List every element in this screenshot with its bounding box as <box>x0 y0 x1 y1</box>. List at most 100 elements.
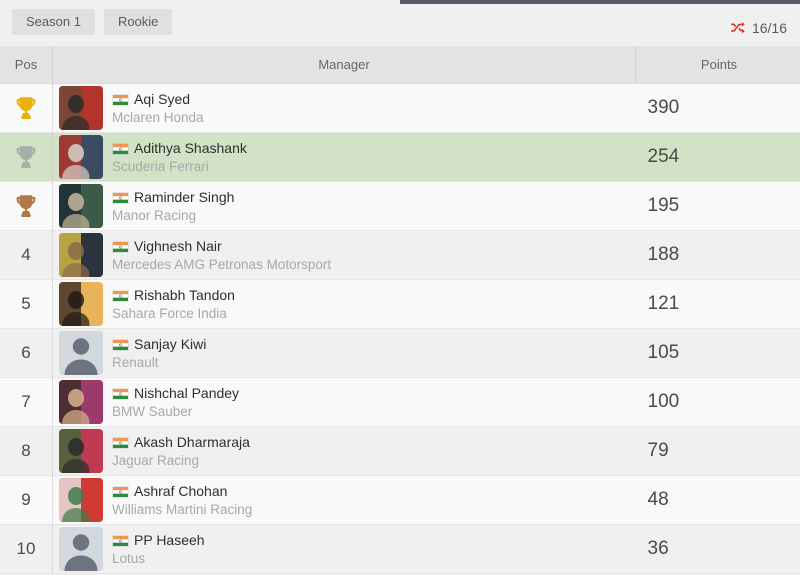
name-block: Rishabh Tandon Sahara Force India <box>112 287 235 321</box>
india-flag-icon <box>112 534 129 547</box>
table-row[interactable]: 8 Akash Dharmaraja Jaguar Racing 79 <box>0 426 800 476</box>
column-header-manager: Manager <box>52 46 636 84</box>
table-row[interactable]: Raminder Singh Manor Racing 195 <box>0 181 800 231</box>
shuffle-status[interactable]: 16/16 <box>729 20 787 36</box>
avatar[interactable] <box>59 478 103 522</box>
team-name: Manor Racing <box>112 208 197 223</box>
cell-position <box>0 132 53 182</box>
manager-name[interactable]: Nishchal Pandey <box>134 385 239 402</box>
avatar[interactable] <box>59 527 103 571</box>
position-number: 5 <box>21 294 31 313</box>
india-flag-icon <box>112 191 129 204</box>
team-name: Scuderia Ferrari <box>112 159 209 174</box>
cell-position: 8 <box>0 426 53 476</box>
table-row[interactable]: 10 PP Haseeh Lotus 36 <box>0 524 800 574</box>
cell-position: 5 <box>0 279 53 329</box>
position-number: 4 <box>21 245 31 264</box>
team-name: Mercedes AMG Petronas Motorsport <box>112 257 332 272</box>
avatar[interactable] <box>59 233 103 277</box>
avatar[interactable] <box>59 184 103 228</box>
name-block: Adithya Shashank Scuderia Ferrari <box>112 140 247 174</box>
india-flag-icon <box>112 289 129 302</box>
tab-rookie[interactable]: Rookie <box>103 9 173 35</box>
name-line: Nishchal Pandey <box>112 385 239 402</box>
manager-cell-inner: Raminder Singh Manor Racing <box>53 182 636 230</box>
position-number: 7 <box>21 392 31 411</box>
cell-points: 390 <box>635 83 800 133</box>
cell-manager: PP Haseeh Lotus <box>52 524 636 574</box>
manager-name[interactable]: Sanjay Kiwi <box>134 336 206 353</box>
cell-manager: Ashraf Chohan Williams Martini Racing <box>52 475 636 525</box>
manager-name[interactable]: Raminder Singh <box>134 189 234 206</box>
india-flag-icon <box>112 240 129 253</box>
cell-position <box>0 83 53 133</box>
manager-cell-inner: Ashraf Chohan Williams Martini Racing <box>53 476 636 524</box>
table-row[interactable]: 6 Sanjay Kiwi Renault 105 <box>0 328 800 378</box>
manager-cell-inner: Sanjay Kiwi Renault <box>53 329 636 377</box>
avatar[interactable] <box>59 331 103 375</box>
manager-name[interactable]: Rishabh Tandon <box>134 287 235 304</box>
bronze-trophy-icon <box>13 195 39 217</box>
position-number: 10 <box>16 539 36 558</box>
cell-manager: Nishchal Pandey BMW Sauber <box>52 377 636 427</box>
tab-season-1[interactable]: Season 1 <box>12 9 95 35</box>
name-block: Nishchal Pandey BMW Sauber <box>112 385 239 419</box>
table-row[interactable]: 5 Rishabh Tandon Sahara Force India 121 <box>0 279 800 329</box>
gold-trophy-icon <box>13 97 39 119</box>
position-number: 9 <box>21 490 31 509</box>
avatar[interactable] <box>59 380 103 424</box>
cell-manager: Raminder Singh Manor Racing <box>52 181 636 231</box>
team-name: Sahara Force India <box>112 306 227 321</box>
india-flag-icon <box>112 93 129 106</box>
manager-name[interactable]: Adithya Shashank <box>134 140 247 157</box>
table-header: Pos Manager Points <box>0 46 800 84</box>
manager-cell-inner: Aqi Syed Mclaren Honda <box>53 84 636 132</box>
cell-position: 7 <box>0 377 53 427</box>
manager-cell-inner: Akash Dharmaraja Jaguar Racing <box>53 427 636 475</box>
cell-position: 4 <box>0 230 53 280</box>
name-block: Aqi Syed Mclaren Honda <box>112 91 204 125</box>
name-line: Vighnesh Nair <box>112 238 331 255</box>
cell-points: 48 <box>635 475 800 525</box>
avatar[interactable] <box>59 135 103 179</box>
team-name: Jaguar Racing <box>112 453 200 468</box>
cell-points: 100 <box>635 377 800 427</box>
india-flag-icon <box>112 436 129 449</box>
name-line: Ashraf Chohan <box>112 483 252 500</box>
table-row[interactable]: Aqi Syed Mclaren Honda 390 <box>0 83 800 133</box>
manager-name[interactable]: Aqi Syed <box>134 91 190 108</box>
cell-manager: Aqi Syed Mclaren Honda <box>52 83 636 133</box>
avatar[interactable] <box>59 86 103 130</box>
cell-manager: Akash Dharmaraja Jaguar Racing <box>52 426 636 476</box>
name-line: Adithya Shashank <box>112 140 247 157</box>
table-row[interactable]: 4 Vighnesh Nair Mercedes AMG Petronas Moto… <box>0 230 800 280</box>
cell-points: 195 <box>635 181 800 231</box>
india-flag-icon <box>112 485 129 498</box>
shuffle-count-label: 16/16 <box>751 20 787 36</box>
india-flag-icon <box>112 387 129 400</box>
manager-name[interactable]: Vighnesh Nair <box>134 238 222 255</box>
manager-cell-inner: Adithya Shashank Scuderia Ferrari <box>53 133 636 181</box>
position-number: 6 <box>21 343 31 362</box>
name-line: Sanjay Kiwi <box>112 336 206 353</box>
name-block: Sanjay Kiwi Renault <box>112 336 206 370</box>
name-block: Raminder Singh Manor Racing <box>112 189 234 223</box>
avatar[interactable] <box>59 282 103 326</box>
manager-name[interactable]: PP Haseeh <box>134 532 205 549</box>
manager-name[interactable]: Akash Dharmaraja <box>134 434 250 451</box>
cell-position <box>0 181 53 231</box>
team-name: BMW Sauber <box>112 404 193 419</box>
table-body: Aqi Syed Mclaren Honda 390 Adithya Shashank… <box>0 83 800 574</box>
manager-cell-inner: Vighnesh Nair Mercedes AMG Petronas Motor… <box>53 231 636 279</box>
name-line: Aqi Syed <box>112 91 204 108</box>
avatar[interactable] <box>59 429 103 473</box>
name-line: Akash Dharmaraja <box>112 434 250 451</box>
cell-manager: Adithya Shashank Scuderia Ferrari <box>52 132 636 182</box>
cell-position: 6 <box>0 328 53 378</box>
table-row[interactable]: 7 Nishchal Pandey BMW Sauber 100 <box>0 377 800 427</box>
table-row[interactable]: 9 Ashraf Chohan Williams Martini Racing 48 <box>0 475 800 525</box>
table-row[interactable]: Adithya Shashank Scuderia Ferrari 254 <box>0 132 800 182</box>
manager-name[interactable]: Ashraf Chohan <box>134 483 227 500</box>
silver-trophy-icon <box>13 146 39 168</box>
name-line: Rishabh Tandon <box>112 287 235 304</box>
